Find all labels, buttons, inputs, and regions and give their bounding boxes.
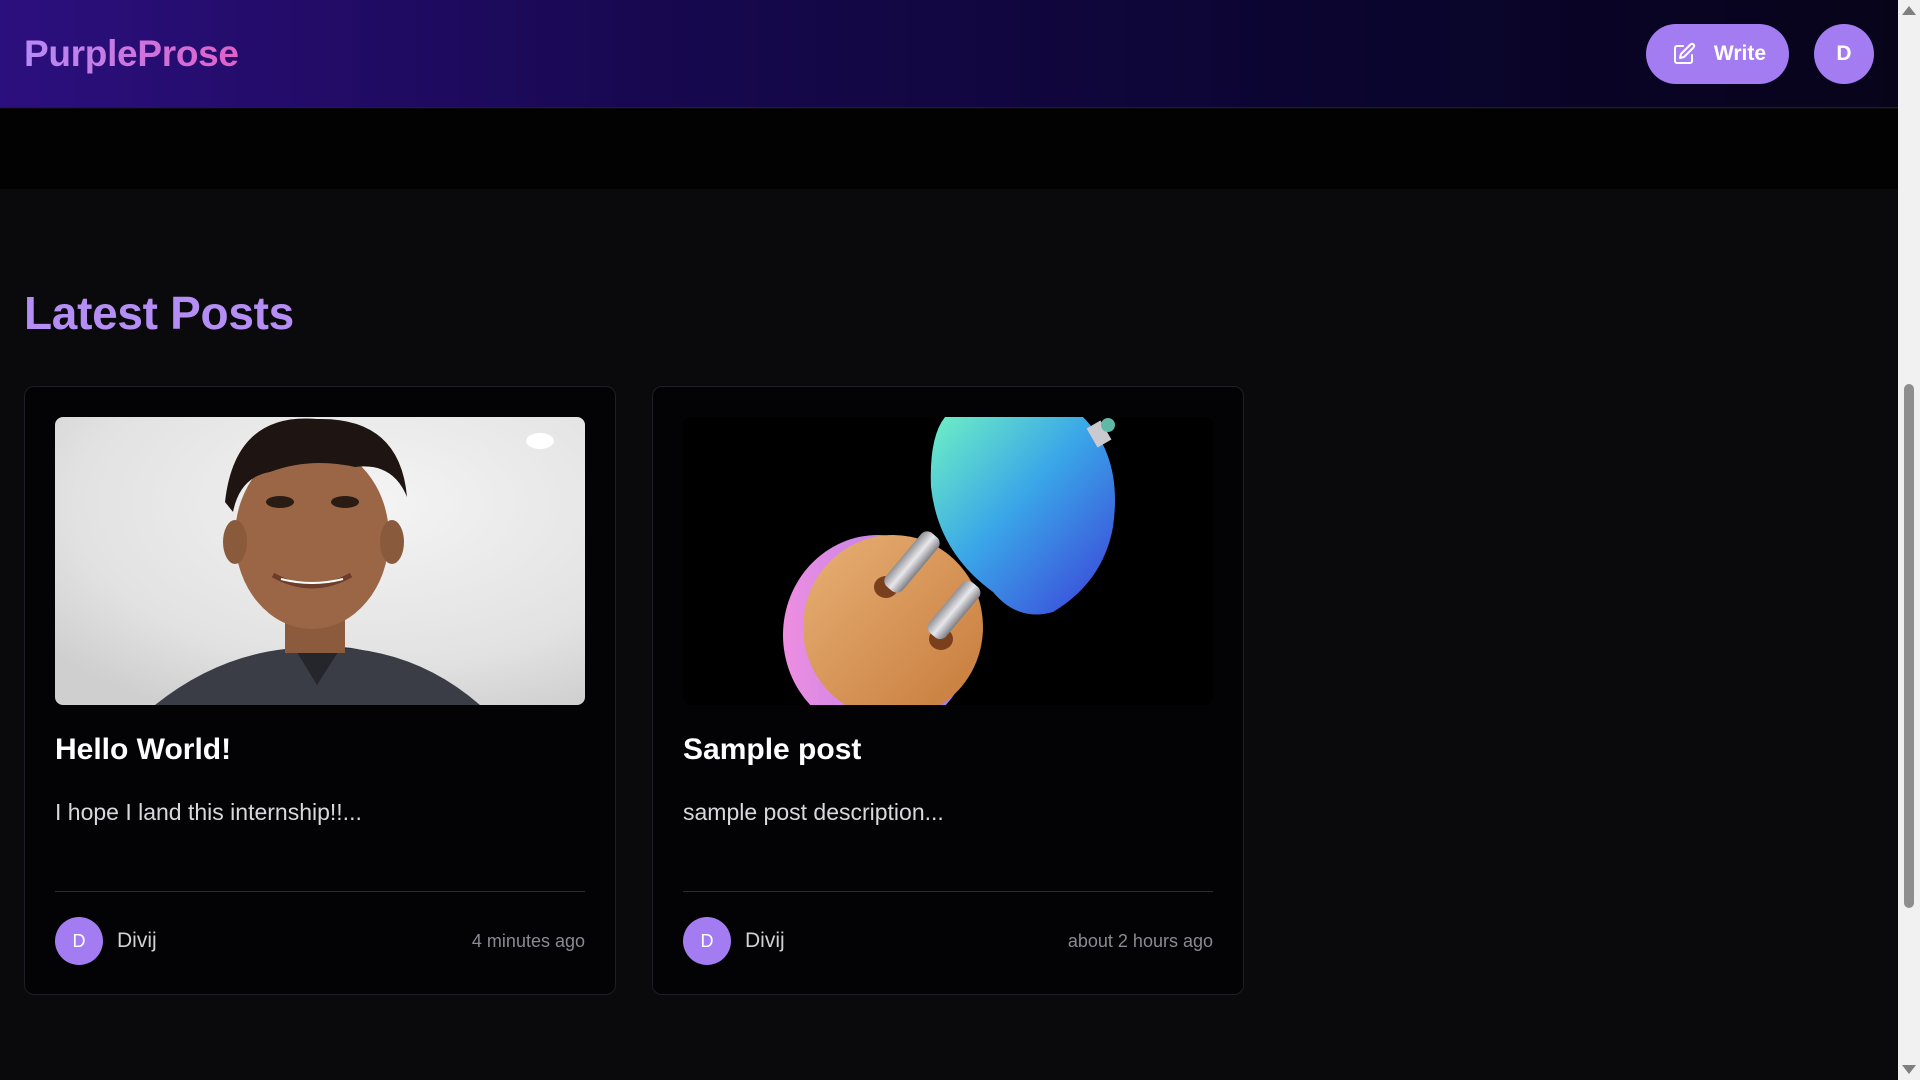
navbar-actions: Write D	[1645, 23, 1874, 84]
scroll-up-arrow-icon[interactable]	[1902, 6, 1916, 15]
post-card[interactable]: Hello World! I hope I land this internsh…	[24, 386, 616, 995]
divider	[683, 891, 1213, 892]
abstract-3d-render-icon	[683, 417, 1213, 705]
hero-band	[0, 109, 1898, 189]
post-title[interactable]: Sample post	[683, 733, 861, 767]
post-title[interactable]: Hello World!	[55, 733, 231, 767]
post-author: D Divij	[683, 917, 785, 965]
scrollbar-thumb[interactable]	[1904, 384, 1914, 908]
author-avatar: D	[683, 917, 731, 965]
portrait-photo-icon	[55, 417, 585, 705]
scroll-down-arrow-icon[interactable]	[1902, 1065, 1916, 1074]
author-name: Divij	[745, 929, 785, 952]
write-button-label: Write	[1713, 41, 1766, 65]
vertical-scrollbar[interactable]	[1898, 0, 1920, 1080]
top-navbar: PurpleProse Write D	[0, 0, 1898, 108]
post-footer: D Divij 4 minutes ago	[55, 917, 585, 965]
post-footer: D Divij about 2 hours ago	[683, 917, 1213, 965]
post-image[interactable]	[55, 417, 585, 705]
author-avatar: D	[55, 917, 103, 965]
post-description: I hope I land this internship!!...	[55, 799, 362, 825]
post-image[interactable]	[683, 417, 1213, 705]
write-button[interactable]: Write	[1645, 23, 1789, 84]
divider	[55, 891, 585, 892]
site-logo[interactable]: PurpleProse	[24, 33, 239, 75]
user-avatar[interactable]: D	[1814, 23, 1874, 84]
edit-icon	[1673, 42, 1695, 64]
post-description: sample post description...	[683, 799, 944, 825]
post-card[interactable]: Sample post sample post description... D…	[652, 386, 1244, 995]
post-author: D Divij	[55, 917, 157, 965]
author-name: Divij	[117, 929, 157, 952]
section-title: Latest Posts	[24, 287, 294, 339]
post-timestamp: 4 minutes ago	[471, 930, 585, 951]
post-timestamp: about 2 hours ago	[1067, 930, 1213, 951]
